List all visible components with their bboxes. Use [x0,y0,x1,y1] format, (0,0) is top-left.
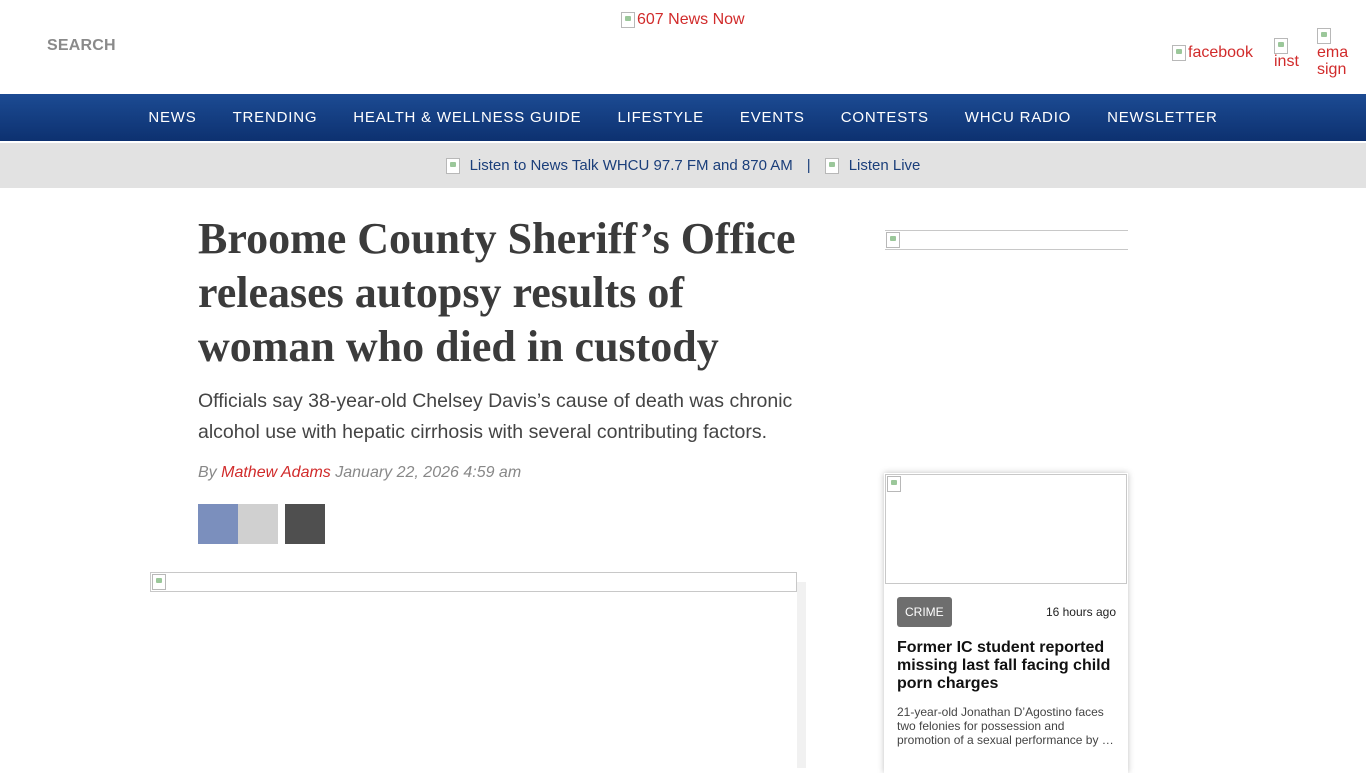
related-story-summary: 21-year-old Jonathan D’Agostino faces tw… [897,705,1114,747]
hero-image-shadow [797,582,806,768]
radio-icon [445,157,460,174]
nav-item-whcu-radio[interactable]: WHCU RADIO [965,109,1071,126]
share-facebook-button[interactable] [198,504,238,544]
listen-station-link[interactable]: Listen to News Talk WHCU 97.7 FM and 870… [470,157,793,174]
play-icon [824,157,839,174]
email-alt-text: ema sign [1317,44,1349,78]
article-dek: Officials say 38-year-old Chelsey Davis’… [198,390,793,443]
broken-image-icon [621,12,635,28]
nav-item-contests[interactable]: CONTESTS [841,109,929,126]
listen-live-link[interactable]: Listen Live [849,157,921,174]
email-icon [1317,28,1331,44]
broken-image-icon [886,232,900,248]
facebook-alt-text: facebook [1188,44,1253,61]
instagram-link[interactable]: inst [1274,38,1300,70]
listen-bar: Listen to News Talk WHCU 97.7 FM and 870… [0,143,1366,188]
related-story-image[interactable] [885,474,1127,584]
article-hero-image [150,572,797,592]
article-headline: Broome County Sheriff’s Office releases … [198,214,796,371]
related-story-title[interactable]: Former IC student reported missing last … [897,639,1119,693]
nav-item-trending[interactable]: TRENDING [233,109,318,126]
related-story-card[interactable]: CRIME 16 hours ago Former IC student rep… [884,473,1128,773]
site-logo-alt-text: 607 News Now [637,11,745,28]
instagram-alt-text: inst [1274,53,1299,70]
share-email-button[interactable] [285,504,325,544]
author-link[interactable]: Mathew Adams [221,464,331,481]
facebook-link[interactable]: facebook [1172,44,1253,62]
nav-item-news[interactable]: NEWS [148,109,196,126]
byline-prefix: By [198,464,217,481]
site-header: SEARCH 607 News Now facebook inst ema si… [0,0,1366,94]
facebook-icon [1172,45,1186,61]
share-twitter-button[interactable] [238,504,278,544]
publish-date: January 22, 2026 4:59 am [335,464,522,481]
article-byline: By Mathew Adams January 22, 2026 4:59 am [198,464,521,482]
site-logo[interactable]: 607 News Now [621,11,745,29]
nav-item-events[interactable]: EVENTS [740,109,805,126]
category-badge[interactable]: CRIME [897,597,952,627]
nav-item-health-wellness-guide[interactable]: HEALTH & WELLNESS GUIDE [353,109,581,126]
search-button[interactable]: SEARCH [47,37,116,55]
nav-item-newsletter[interactable]: NEWSLETTER [1107,109,1218,126]
listen-separator: | [806,157,811,174]
broken-image-icon [887,476,901,492]
main-navigation: NEWS TRENDING HEALTH & WELLNESS GUIDE LI… [0,94,1366,141]
story-time-ago: 16 hours ago [1045,605,1116,619]
sidebar-ad[interactable] [885,230,1128,250]
broken-image-icon [152,574,166,590]
instagram-icon [1274,38,1288,54]
email-signup-link[interactable]: ema sign [1317,28,1351,78]
nav-item-lifestyle[interactable]: LIFESTYLE [617,109,703,126]
